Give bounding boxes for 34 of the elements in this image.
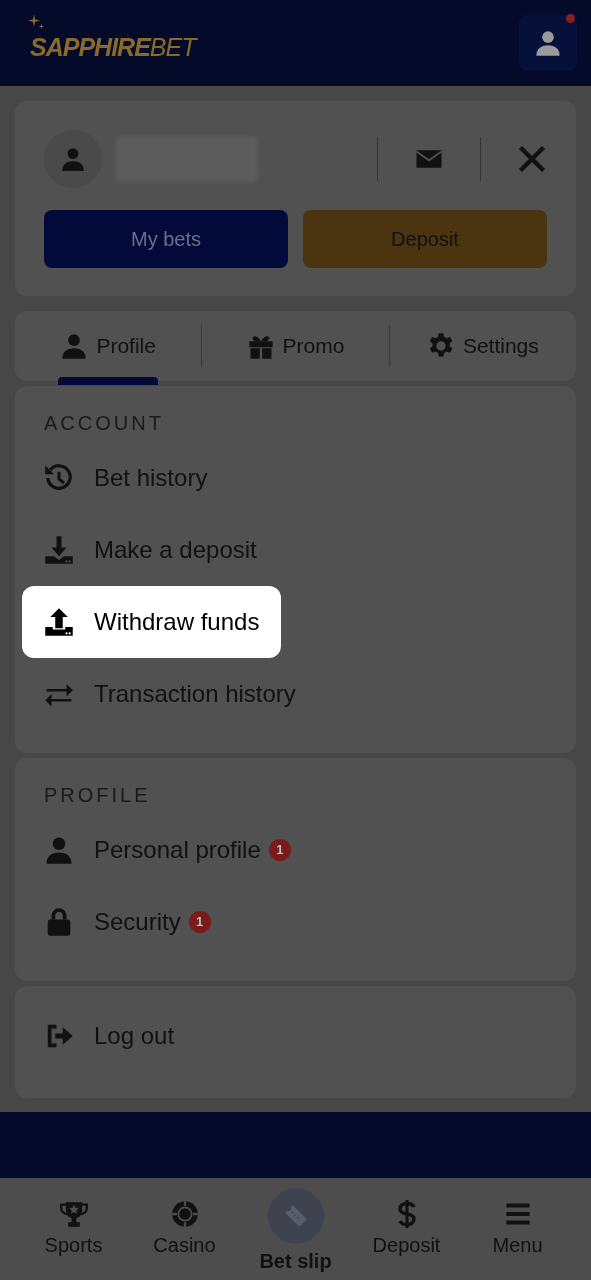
- nav-item[interactable]: Deposit: [351, 1178, 462, 1280]
- account-link[interactable]: Withdraw funds: [22, 586, 282, 658]
- nav-item[interactable]: Sports: [18, 1178, 129, 1280]
- nav-item[interactable]: Casino: [129, 1178, 240, 1280]
- account-link[interactable]: Security 1: [22, 886, 233, 958]
- count-badge: 1: [268, 839, 291, 861]
- user-button[interactable]: [519, 15, 577, 71]
- user-icon: [60, 145, 86, 173]
- deposit-button[interactable]: Deposit: [303, 210, 547, 268]
- section-heading: PROFILE: [44, 783, 152, 808]
- nav-item[interactable]: Menu: [462, 1178, 573, 1280]
- history-icon: [44, 463, 74, 493]
- logo-text: SAPPHIRE: [30, 32, 150, 64]
- nav-item[interactable]: Bet slip: [240, 1178, 351, 1280]
- trophy-icon: [59, 1200, 88, 1228]
- account-link[interactable]: Make a deposit: [22, 514, 279, 586]
- user-icon: [534, 28, 562, 58]
- tab[interactable]: Settings: [426, 311, 539, 381]
- count-badge: 1: [188, 911, 211, 933]
- section-heading: ACCOUNT: [44, 411, 165, 436]
- account-link[interactable]: Bet history: [22, 442, 230, 514]
- account-link[interactable]: Personal profile 1: [22, 814, 313, 886]
- my-bets-button[interactable]: My bets: [44, 210, 288, 268]
- logo-text: BET: [149, 32, 196, 64]
- tab[interactable]: Promo: [246, 311, 345, 381]
- close-icon: [517, 144, 547, 174]
- account-link[interactable]: Log out: [22, 1000, 197, 1072]
- poker-chip-icon: [170, 1200, 199, 1228]
- user-icon: [60, 332, 89, 360]
- download-icon: [44, 535, 74, 565]
- ticket-icon: [282, 1203, 309, 1229]
- account-link[interactable]: Transaction history: [22, 658, 318, 730]
- user-icon: [44, 835, 74, 865]
- upload-icon: [44, 607, 74, 637]
